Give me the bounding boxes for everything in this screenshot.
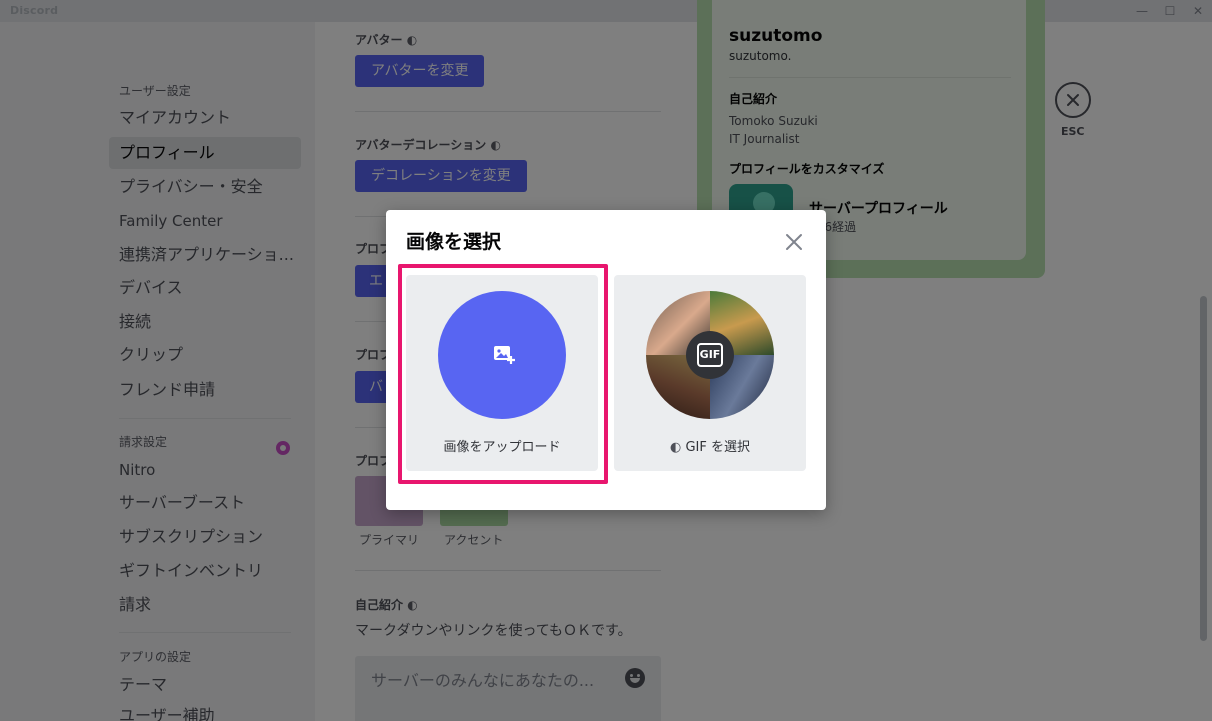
modal-title: 画像を選択 [406, 231, 502, 253]
gif-tag: GIF [697, 343, 723, 367]
gif-icon: GIF [686, 331, 734, 379]
annotation-highlight-box [398, 264, 608, 484]
close-icon [786, 234, 802, 250]
select-gif-label: ◐ GIF を選択 [669, 440, 750, 455]
gif-preview-collage: GIF [646, 291, 774, 419]
nitro-icon: ◐ [669, 440, 686, 455]
select-gif-option[interactable]: GIF ◐ GIF を選択 [614, 275, 806, 471]
modal-close-button[interactable] [782, 230, 806, 254]
